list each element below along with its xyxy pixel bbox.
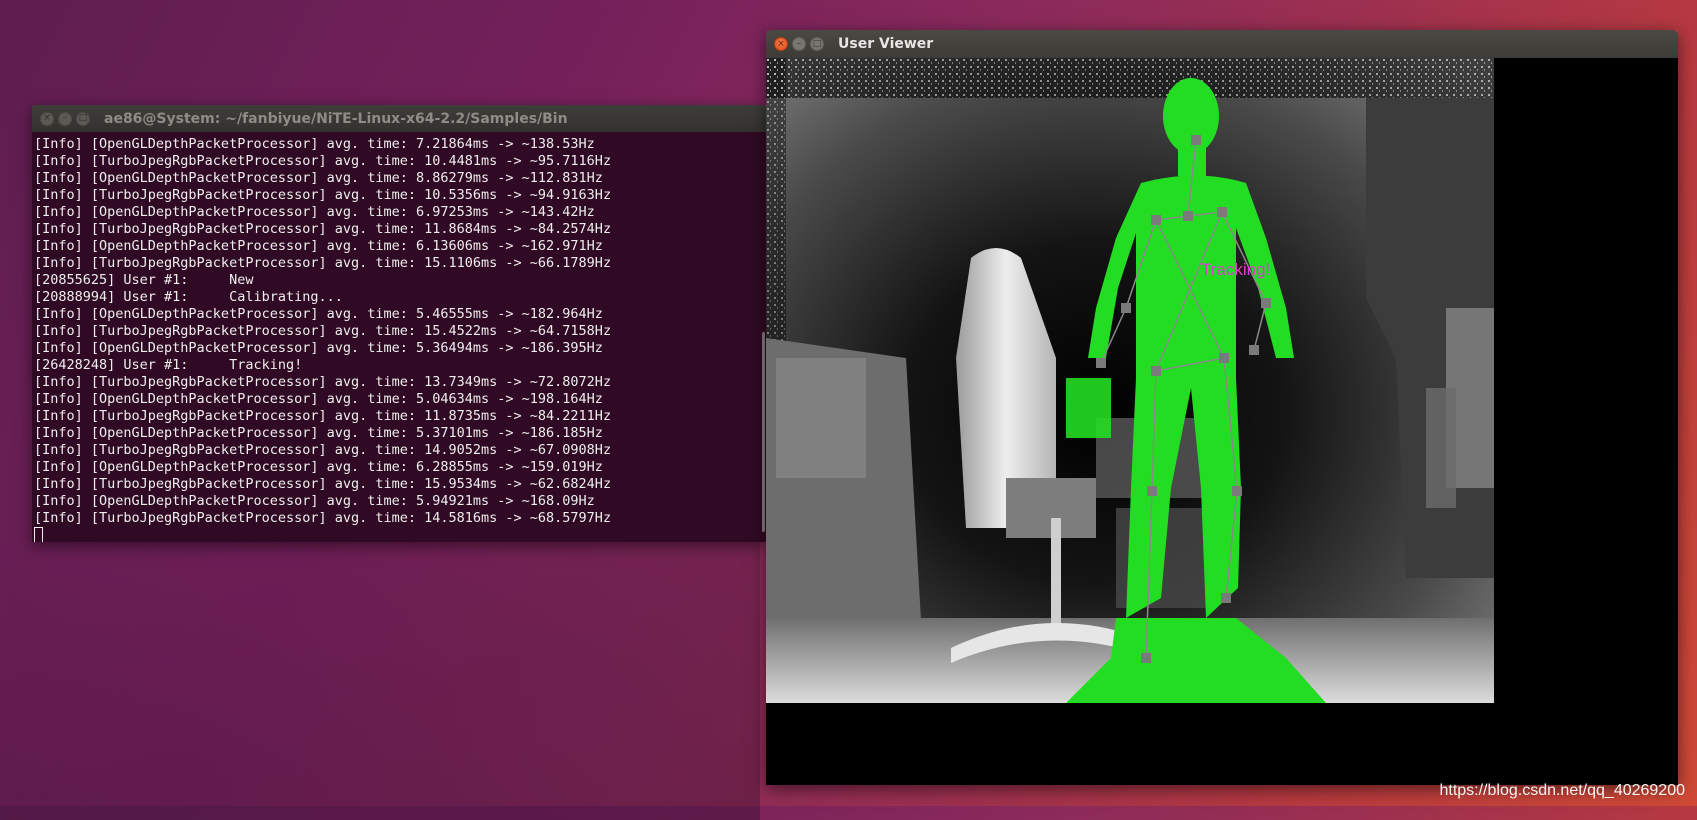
terminal-line: [Info] [TurboJpegRgbPacketProcessor] avg… [34,476,612,492]
terminal-line: [Info] [TurboJpegRgbPacketProcessor] avg… [34,221,612,237]
maximize-icon[interactable]: □ [76,111,90,126]
maximize-icon[interactable]: □ [810,37,824,51]
minimize-icon[interactable]: – [792,37,806,51]
desktop-wallpaper-shade [0,520,760,820]
terminal-lines: [Info] [OpenGLDepthPacketProcessor] avg.… [34,136,766,527]
terminal-line: [Info] [TurboJpegRgbPacketProcessor] avg… [34,153,612,169]
terminal-line: [Info] [TurboJpegRgbPacketProcessor] avg… [34,374,612,390]
viewer-title: User Viewer [838,36,934,52]
terminal-line: [Info] [OpenGLDepthPacketProcessor] avg.… [34,238,603,254]
terminal-line: [Info] [OpenGLDepthPacketProcessor] avg.… [34,391,603,407]
terminal-line: [Info] [OpenGLDepthPacketProcessor] avg.… [34,170,603,186]
terminal-line: [Info] [TurboJpegRgbPacketProcessor] avg… [34,442,612,458]
viewer-titlebar[interactable]: × – □ User Viewer [766,30,1678,58]
terminal-line: [Info] [OpenGLDepthPacketProcessor] avg.… [34,459,603,475]
terminal-line: [Info] [OpenGLDepthPacketProcessor] avg.… [34,425,603,441]
terminal-scrollbar[interactable] [762,332,765,532]
terminal-line: [Info] [TurboJpegRgbPacketProcessor] avg… [34,187,612,203]
watermark-url: https://blog.csdn.net/qq_40269200 [1439,782,1685,799]
terminal-line: [Info] [OpenGLDepthPacketProcessor] avg.… [34,340,603,356]
tracking-status-label: Tracking! [1201,260,1271,279]
terminal-line: [Info] [TurboJpegRgbPacketProcessor] avg… [34,510,612,526]
text-cursor [34,527,43,542]
terminal-line: [Info] [TurboJpegRgbPacketProcessor] avg… [34,323,612,339]
close-icon[interactable]: × [40,111,54,126]
close-icon[interactable]: × [774,37,788,51]
depth-view[interactable]: Tracking! [766,58,1678,785]
terminal-prompt-line[interactable] [34,527,766,542]
terminal-line: [Info] [TurboJpegRgbPacketProcessor] avg… [34,408,612,424]
terminal-titlebar[interactable]: × – □ ae86@System: ~/fanbiyue/NiTE-Linux… [32,105,766,132]
terminal-line: [Info] [OpenGLDepthPacketProcessor] avg.… [34,493,595,509]
terminal-window[interactable]: × – □ ae86@System: ~/fanbiyue/NiTE-Linux… [32,105,766,542]
terminal-line: [Info] [TurboJpegRgbPacketProcessor] avg… [34,255,612,271]
minimize-icon[interactable]: – [58,111,72,126]
terminal-line: [20855625] User #1: New [34,272,254,288]
terminal-line: [Info] [OpenGLDepthPacketProcessor] avg.… [34,204,595,220]
terminal-line: [26428248] User #1: Tracking! [34,357,303,373]
user-viewer-window[interactable]: × – □ User Viewer Tracking! [766,30,1678,785]
depth-image [766,58,1678,785]
terminal-line: [Info] [OpenGLDepthPacketProcessor] avg.… [34,306,603,322]
terminal-line: [20888994] User #1: Calibrating... [34,289,343,305]
terminal-output[interactable]: [Info] [OpenGLDepthPacketProcessor] avg.… [32,132,766,542]
terminal-title: ae86@System: ~/fanbiyue/NiTE-Linux-x64-2… [104,110,568,127]
terminal-line: [Info] [OpenGLDepthPacketProcessor] avg.… [34,136,595,152]
